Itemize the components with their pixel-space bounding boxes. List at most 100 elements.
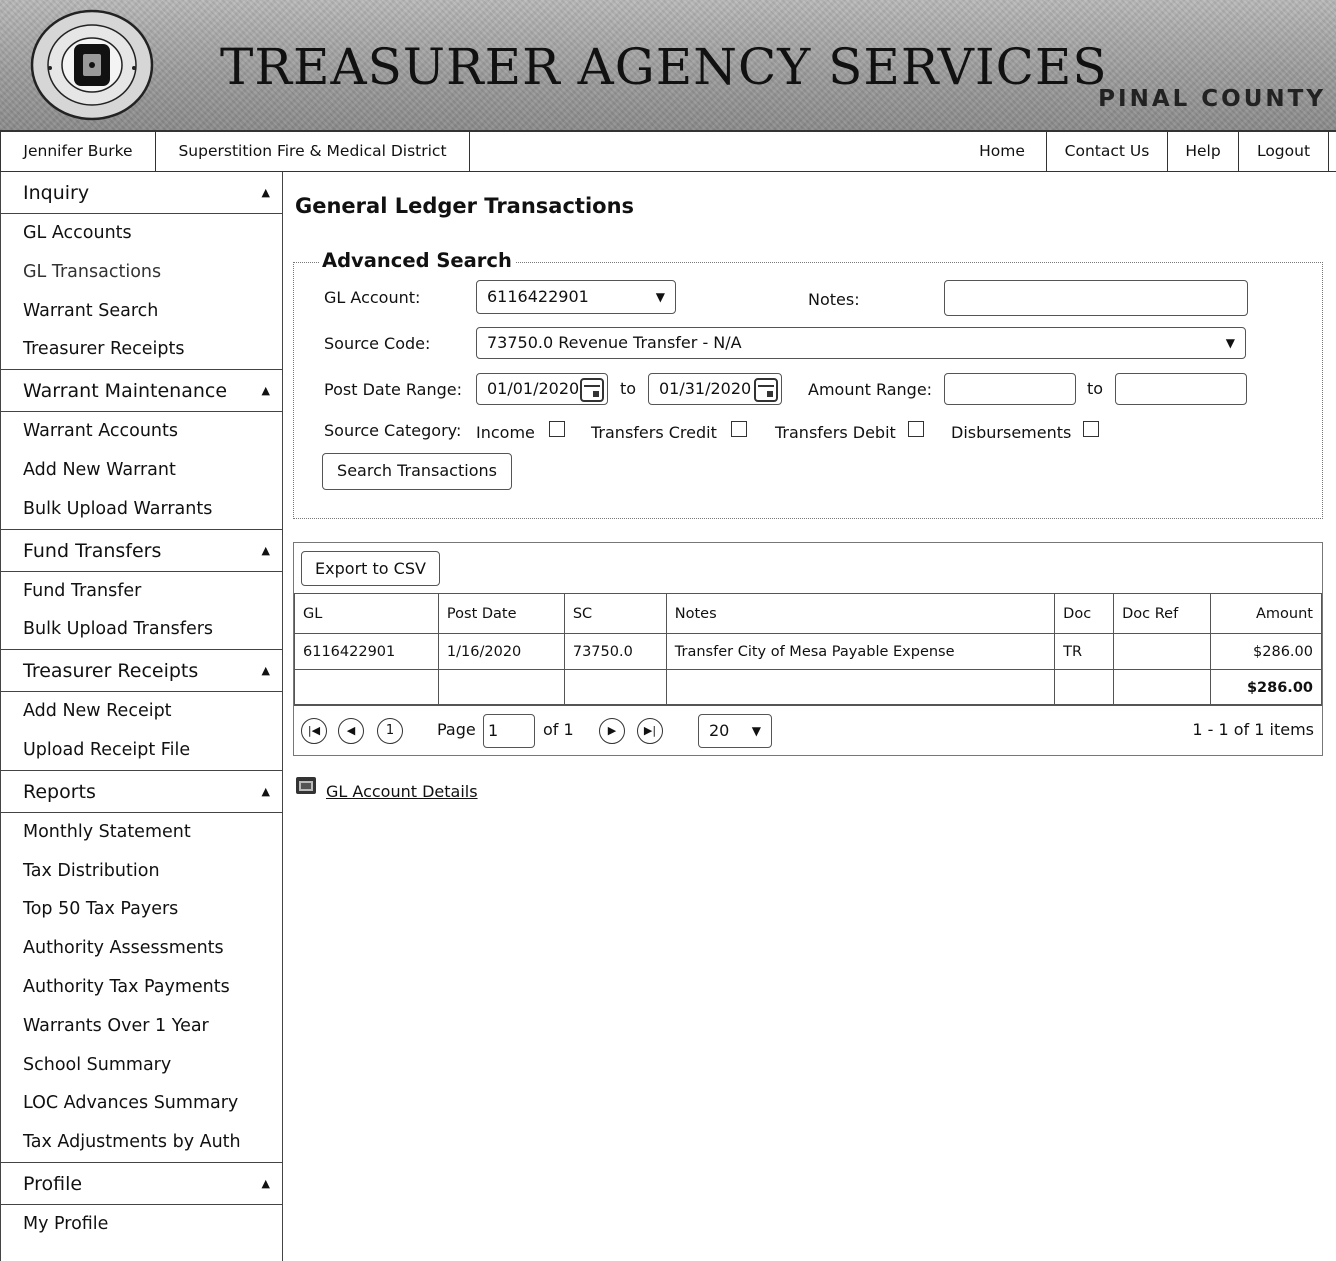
notes-input[interactable] bbox=[944, 280, 1248, 316]
amount-to-input[interactable] bbox=[1115, 373, 1247, 405]
sidebar-section-reports[interactable]: Reports ▲ bbox=[1, 770, 282, 813]
previous-page-icon[interactable]: ◀ bbox=[338, 718, 364, 744]
sidebar-section-fund-transfers[interactable]: Fund Transfers ▲ bbox=[1, 529, 282, 572]
table-row[interactable]: 6116422901 1/16/2020 73750.0 Transfer Ci… bbox=[294, 633, 1322, 670]
column-header-amount[interactable]: Amount bbox=[1210, 593, 1322, 634]
amount-from-input[interactable] bbox=[944, 373, 1076, 405]
sidebar-item-authority-assessments[interactable]: Authority Assessments bbox=[1, 929, 282, 968]
calendar-icon[interactable] bbox=[580, 378, 604, 402]
calendar-icon[interactable] bbox=[754, 378, 778, 402]
column-header-notes[interactable]: Notes bbox=[665, 593, 1056, 634]
cell-sc: 73750.0 bbox=[563, 633, 667, 670]
section-title: Reports bbox=[23, 780, 96, 803]
contact-us-link[interactable]: Contact Us bbox=[1046, 132, 1168, 171]
cell-doc-ref bbox=[1113, 633, 1212, 670]
page-count-label: of 1 bbox=[543, 720, 574, 739]
sidebar-item-treasurer-receipts[interactable]: Treasurer Receipts bbox=[1, 330, 282, 369]
source-code-value: 73750.0 Revenue Transfer - N/A bbox=[487, 333, 742, 352]
sidebar-item-gl-accounts[interactable]: GL Accounts bbox=[1, 214, 282, 253]
chevron-down-icon: ▼ bbox=[751, 724, 761, 738]
sidebar-item-loc-advances-summary[interactable]: LOC Advances Summary bbox=[1, 1084, 282, 1123]
sidebar-section-treasurer-receipts[interactable]: Treasurer Receipts ▲ bbox=[1, 650, 282, 693]
disbursements-checkbox[interactable] bbox=[1083, 421, 1099, 437]
table-total-row: $286.00 bbox=[294, 669, 1322, 706]
cell-notes: Transfer City of Mesa Payable Expense bbox=[665, 633, 1056, 670]
first-page-icon[interactable]: |◀ bbox=[301, 718, 327, 744]
banner-title: TREASURER AGENCY SERVICES bbox=[220, 38, 1108, 96]
section-title: Treasurer Receipts bbox=[23, 660, 199, 683]
last-page-icon[interactable]: ▶| bbox=[637, 718, 663, 744]
notes-label: Notes: bbox=[808, 290, 860, 309]
export-csv-button[interactable]: Export to CSV bbox=[301, 551, 440, 586]
table-header-row: GL Post Date SC Notes Doc Doc Ref Amount bbox=[294, 593, 1322, 634]
column-header-sc[interactable]: SC bbox=[563, 593, 667, 634]
treasurer-seal-logo bbox=[30, 9, 154, 121]
income-checkbox[interactable] bbox=[549, 421, 565, 437]
sidebar-item-top-50-tax-payers[interactable]: Top 50 Tax Payers bbox=[1, 890, 282, 929]
income-label: Income bbox=[476, 423, 535, 442]
transactions-grid: Export to CSV GL Post Date SC Notes Doc … bbox=[293, 542, 1323, 756]
logout-link[interactable]: Logout bbox=[1239, 132, 1329, 171]
column-header-gl[interactable]: GL bbox=[294, 593, 439, 634]
sidebar-item-add-new-warrant[interactable]: Add New Warrant bbox=[1, 451, 282, 490]
sidebar-item-gl-transactions[interactable]: GL Transactions bbox=[1, 253, 282, 292]
gl-account-details-link[interactable]: GL Account Details bbox=[326, 782, 478, 801]
sidebar-item-authority-tax-payments[interactable]: Authority Tax Payments bbox=[1, 968, 282, 1007]
county-name: PINAL COUNTY bbox=[1098, 86, 1326, 112]
sidebar-item-bulk-upload-transfers[interactable]: Bulk Upload Transfers bbox=[1, 610, 282, 649]
cell-gl: 6116422901 bbox=[294, 633, 439, 670]
page-number-input[interactable]: 1 bbox=[483, 714, 535, 748]
sidebar-item-bulk-upload-warrants[interactable]: Bulk Upload Warrants bbox=[1, 490, 282, 529]
transactions-table: GL Post Date SC Notes Doc Doc Ref Amount… bbox=[294, 593, 1322, 706]
sidebar-item-upload-receipt-file[interactable]: Upload Receipt File bbox=[1, 731, 282, 770]
sidebar-item-monthly-statement[interactable]: Monthly Statement bbox=[1, 813, 282, 852]
transfers-debit-checkbox[interactable] bbox=[908, 421, 924, 437]
cell-amount: $286.00 bbox=[1210, 633, 1322, 670]
sidebar-section-warrant-maintenance[interactable]: Warrant Maintenance ▲ bbox=[1, 370, 282, 413]
sidebar-item-add-new-receipt[interactable]: Add New Receipt bbox=[1, 692, 282, 731]
next-page-icon[interactable]: ▶ bbox=[599, 718, 625, 744]
home-link[interactable]: Home bbox=[958, 132, 1047, 171]
section-title: Profile bbox=[23, 1172, 83, 1195]
transfers-credit-checkbox[interactable] bbox=[731, 421, 747, 437]
sidebar-item-warrant-search[interactable]: Warrant Search bbox=[1, 292, 282, 331]
gl-account-label: GL Account: bbox=[324, 288, 421, 307]
folder-icon bbox=[296, 777, 316, 794]
chevron-down-icon: ▼ bbox=[655, 290, 665, 304]
page-size-value: 20 bbox=[709, 721, 730, 740]
sidebar-menu: Inquiry ▲ GL Accounts GL Transactions War… bbox=[0, 172, 283, 1261]
sidebar-item-warrants-over-1-year[interactable]: Warrants Over 1 Year bbox=[1, 1007, 282, 1046]
help-link[interactable]: Help bbox=[1168, 132, 1239, 171]
section-title: Fund Transfers bbox=[23, 539, 162, 562]
sidebar-item-school-summary[interactable]: School Summary bbox=[1, 1046, 282, 1085]
post-date-to-input[interactable]: 01/31/2020 bbox=[648, 373, 782, 405]
source-code-label: Source Code: bbox=[324, 334, 431, 353]
header-banner: TREASURER AGENCY SERVICES PINAL COUNTY bbox=[0, 0, 1336, 132]
column-header-doc[interactable]: Doc bbox=[1054, 593, 1115, 634]
post-date-to-value: 01/31/2020 bbox=[659, 379, 752, 398]
page-size-select[interactable]: 20 ▼ bbox=[698, 714, 772, 748]
district-name: Superstition Fire & Medical District bbox=[156, 132, 470, 171]
transfers-debit-label: Transfers Debit bbox=[775, 423, 896, 442]
sidebar-section-inquiry[interactable]: Inquiry ▲ bbox=[1, 172, 282, 214]
sidebar-item-tax-distribution[interactable]: Tax Distribution bbox=[1, 852, 282, 891]
page-number-button[interactable]: 1 bbox=[377, 718, 403, 744]
column-header-post-date[interactable]: Post Date bbox=[437, 593, 565, 634]
post-date-from-input[interactable]: 01/01/2020 bbox=[476, 373, 608, 405]
grid-pager: |◀ ◀ 1 Page 1 of 1 ▶ ▶| 20 ▼ 1 - 1 of 1 … bbox=[294, 704, 1322, 756]
total-amount: $286.00 bbox=[1210, 669, 1322, 706]
sidebar-item-fund-transfer[interactable]: Fund Transfer bbox=[1, 572, 282, 611]
search-transactions-button[interactable]: Search Transactions bbox=[322, 453, 512, 490]
column-header-doc-ref[interactable]: Doc Ref bbox=[1113, 593, 1212, 634]
sidebar-item-warrant-accounts[interactable]: Warrant Accounts bbox=[1, 412, 282, 451]
sidebar-item-my-profile[interactable]: My Profile bbox=[1, 1205, 282, 1244]
date-to-label: to bbox=[620, 379, 637, 398]
sidebar-section-profile[interactable]: Profile ▲ bbox=[1, 1162, 282, 1205]
post-date-from-value: 01/01/2020 bbox=[487, 379, 580, 398]
section-title: Warrant Maintenance bbox=[23, 380, 228, 403]
post-date-range-label: Post Date Range: bbox=[324, 380, 462, 399]
gl-account-select[interactable]: 6116422901 ▼ bbox=[476, 280, 676, 314]
source-code-select[interactable]: 73750.0 Revenue Transfer - N/A ▼ bbox=[476, 327, 1246, 359]
sidebar-item-tax-adjustments-by-auth[interactable]: Tax Adjustments by Auth bbox=[1, 1123, 282, 1162]
collapse-arrow-icon: ▲ bbox=[261, 1176, 270, 1190]
